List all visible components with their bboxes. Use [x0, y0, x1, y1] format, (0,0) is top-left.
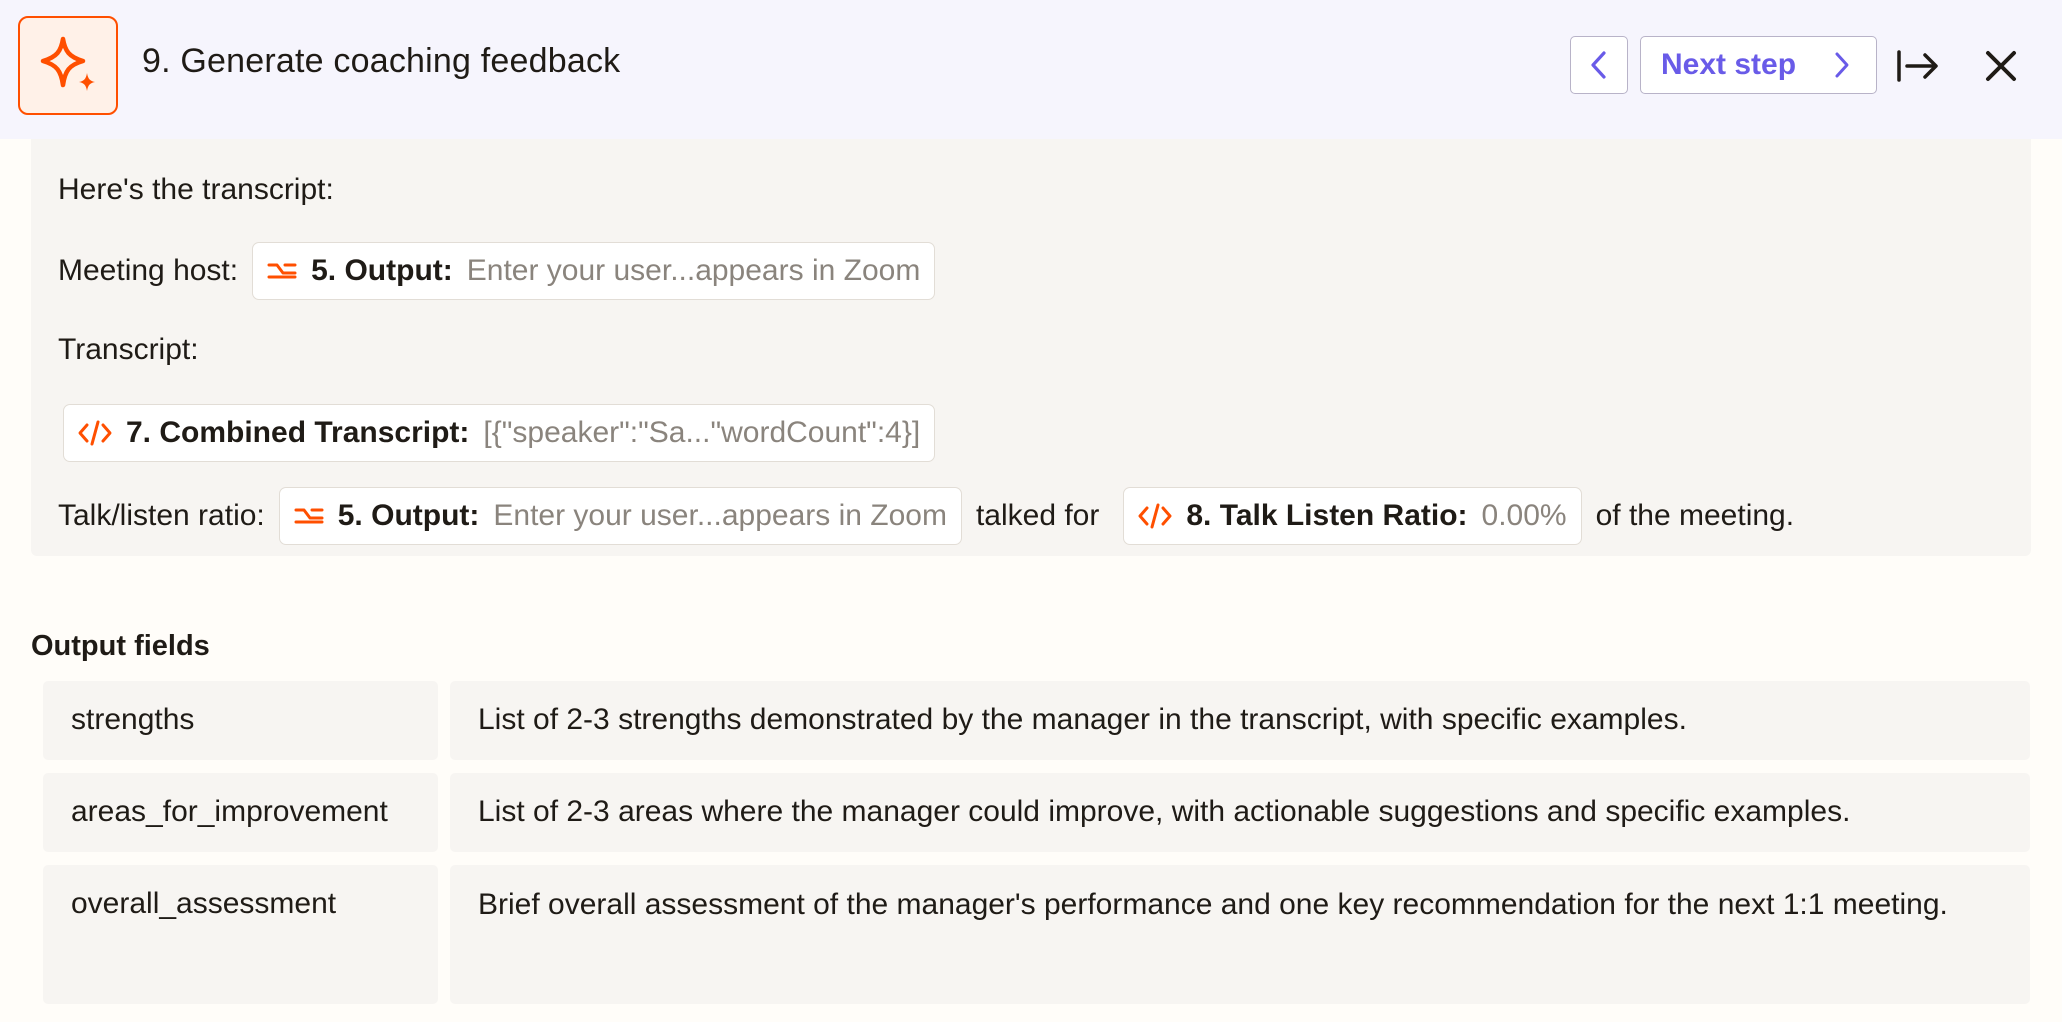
transcript-label-line: Transcript:: [58, 333, 199, 367]
field-description[interactable]: Brief overall assessment of the manager'…: [450, 865, 2030, 1004]
formatter-icon: [267, 259, 297, 283]
combined-transcript-pill[interactable]: 7. Combined Transcript: [{"speaker":"Sa.…: [63, 404, 936, 462]
next-step-label: Next step: [1661, 48, 1797, 81]
formatter-icon: [294, 504, 324, 528]
pill-label: 7. Combined Transcript:: [126, 416, 470, 449]
meeting-host-label: Meeting host:: [58, 254, 239, 287]
ratio-user-pill[interactable]: 5. Output: Enter your user...appears in …: [278, 487, 962, 545]
pill-label: 8. Talk Listen Ratio:: [1186, 499, 1468, 532]
close-icon: [1986, 51, 2016, 81]
of-meeting-text: of the meeting.: [1595, 499, 1795, 532]
field-name[interactable]: strengths: [43, 681, 438, 760]
arrow-right-to-line-icon: [1897, 50, 1938, 82]
transcript-label: Transcript:: [58, 333, 199, 366]
talk-listen-ratio-pill[interactable]: 8. Talk Listen Ratio: 0.00%: [1123, 487, 1582, 545]
meeting-host-pill[interactable]: 5. Output: Enter your user...appears in …: [252, 242, 936, 300]
talked-for-text: talked for: [975, 499, 1100, 532]
talk-listen-line: Talk/listen ratio: 5. Output: Enter your…: [58, 487, 1794, 545]
chevron-right-icon: [1835, 52, 1849, 78]
code-icon: [78, 420, 112, 446]
chevron-left-icon: [1591, 51, 1606, 79]
collapse-panel-button[interactable]: [1892, 40, 1944, 92]
output-fields-heading: Output fields: [31, 630, 210, 662]
field-name[interactable]: areas_for_improvement: [43, 773, 438, 852]
step-header: 9. Generate coaching feedback Next step: [0, 0, 2062, 139]
output-field-row: strengths List of 2-3 strengths demonstr…: [43, 681, 2030, 760]
step-title: 9. Generate coaching feedback: [142, 42, 621, 80]
pill-value: 0.00%: [1481, 499, 1567, 532]
talk-listen-label: Talk/listen ratio:: [58, 499, 265, 532]
close-button[interactable]: [1975, 40, 2027, 92]
output-field-row: overall_assessment Brief overall assessm…: [43, 865, 2030, 1004]
previous-step-button[interactable]: [1570, 36, 1628, 94]
field-name[interactable]: overall_assessment: [43, 865, 438, 1004]
pill-label: 5. Output:: [337, 499, 480, 532]
transcript-intro-line: Here's the transcript:: [58, 173, 334, 207]
pill-value: Enter your user...appears in Zoom: [493, 499, 947, 532]
field-description[interactable]: List of 2-3 areas where the manager coul…: [450, 773, 2030, 852]
pill-label: 5. Output:: [311, 254, 453, 287]
transcript-line: 7. Combined Transcript: [{"speaker":"Sa.…: [63, 404, 936, 462]
pill-value: Enter your user...appears in Zoom: [466, 254, 921, 287]
next-step-button[interactable]: Next step: [1640, 36, 1877, 94]
code-icon: [1138, 503, 1172, 529]
transcript-intro-text: Here's the transcript:: [58, 173, 334, 206]
output-field-row: areas_for_improvement List of 2-3 areas …: [43, 773, 2030, 852]
field-description[interactable]: List of 2-3 strengths demonstrated by th…: [450, 681, 2030, 760]
pill-value: [{"speaker":"Sa..."wordCount":4}]: [483, 416, 921, 449]
prompt-panel: Here's the transcript: Meeting host: 5. …: [31, 139, 2031, 556]
ai-sparkle-icon: [18, 16, 118, 115]
meeting-host-line: Meeting host: 5. Output: Enter your user…: [58, 242, 936, 300]
